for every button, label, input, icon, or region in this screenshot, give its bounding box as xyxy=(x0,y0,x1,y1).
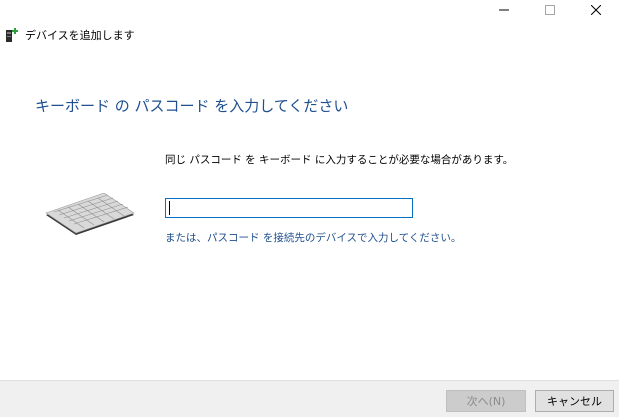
instruction-text: 同じ パスコード を キーボード に入力することが必要な場合があります。 xyxy=(165,154,514,166)
minimize-button[interactable] xyxy=(481,0,527,20)
maximize-icon xyxy=(545,5,555,15)
text-caret xyxy=(169,201,170,215)
window-title: デバイスを追加します xyxy=(25,29,135,42)
keyboard-icon xyxy=(45,193,135,235)
enter-on-device-link[interactable]: または、パスコード を接続先のデバイスで入力してください。 xyxy=(165,230,461,245)
window-title-row: デバイスを追加します xyxy=(5,27,135,43)
passcode-input[interactable] xyxy=(165,198,413,218)
maximize-button[interactable] xyxy=(527,0,573,20)
cancel-button[interactable]: キャンセル xyxy=(535,390,614,412)
caption-buttons xyxy=(481,0,619,20)
footer-bar: 次へ(N) キャンセル xyxy=(0,380,619,417)
next-button[interactable]: 次へ(N) xyxy=(446,390,526,412)
add-device-icon xyxy=(6,28,18,42)
close-icon xyxy=(591,5,601,15)
minimize-icon xyxy=(499,9,509,11)
close-button[interactable] xyxy=(573,0,619,20)
page-title: キーボード の パスコード を入力してください xyxy=(35,97,349,115)
